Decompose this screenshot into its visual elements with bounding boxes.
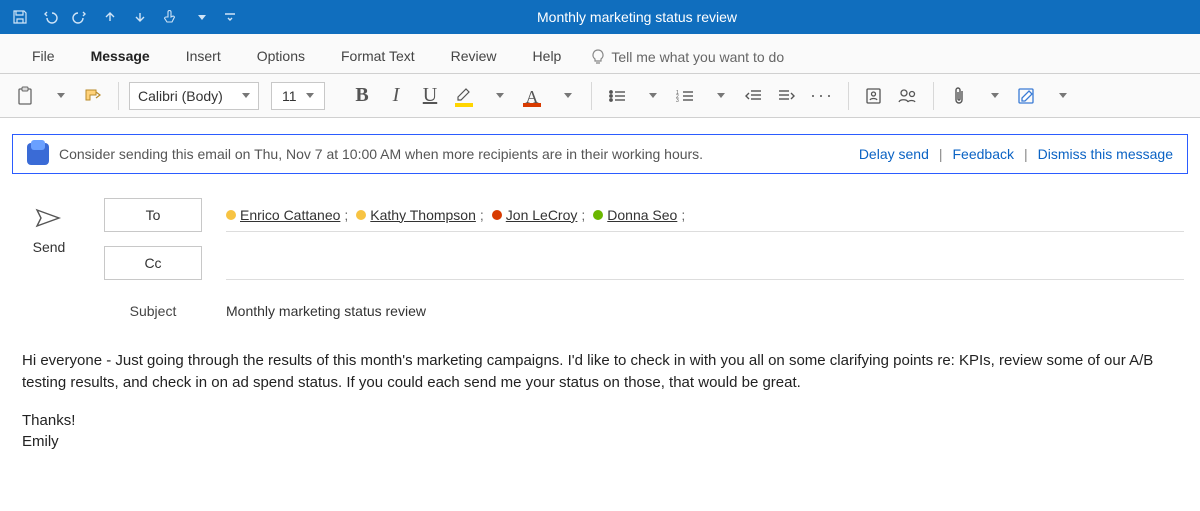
chevron-down-icon: [306, 93, 314, 98]
send-icon: [16, 208, 82, 231]
separator: |: [939, 146, 943, 162]
numbering-dropdown[interactable]: [704, 81, 734, 111]
bold-button[interactable]: B: [347, 81, 377, 111]
signature-dropdown[interactable]: [1046, 81, 1076, 111]
svg-text:3: 3: [676, 98, 679, 103]
recipient-name: Donna Seo: [607, 207, 677, 223]
compose-header: Send To Cc Subject Enrico Cattaneo; Kath…: [12, 198, 1188, 328]
recipient-chip[interactable]: Donna Seo;: [593, 207, 685, 223]
font-color-icon: A: [523, 87, 541, 105]
italic-button[interactable]: I: [381, 81, 411, 111]
highlight-button[interactable]: [449, 81, 479, 111]
feedback-link[interactable]: Feedback: [953, 146, 1014, 162]
touch-mode-icon[interactable]: [158, 5, 182, 29]
tab-help[interactable]: Help: [515, 40, 580, 74]
format-painter-button[interactable]: [78, 81, 108, 111]
attach-file-button[interactable]: [944, 81, 974, 111]
ribbon-overflow[interactable]: ···: [806, 81, 838, 111]
tab-file[interactable]: File: [14, 40, 73, 74]
undo-icon[interactable]: [38, 5, 62, 29]
to-button[interactable]: To: [104, 198, 202, 232]
bullets-dropdown[interactable]: [636, 81, 666, 111]
window-title: Monthly marketing status review: [242, 9, 1032, 25]
presence-away-icon: [226, 210, 236, 220]
paste-button[interactable]: [10, 81, 40, 111]
recipient-chip[interactable]: Kathy Thompson;: [356, 207, 483, 223]
font-size-select[interactable]: 11: [271, 82, 325, 110]
underline-button[interactable]: U: [415, 81, 445, 111]
message-body[interactable]: Hi everyone - Just going through the res…: [12, 328, 1188, 479]
recipient-chip[interactable]: Jon LeCroy;: [492, 207, 585, 223]
save-icon[interactable]: [8, 5, 32, 29]
font-name-select[interactable]: Calibri (Body): [129, 82, 259, 110]
tab-format-text[interactable]: Format Text: [323, 40, 433, 74]
font-color-dropdown[interactable]: [551, 81, 581, 111]
qat-more-icon[interactable]: [218, 5, 242, 29]
body-paragraph: Thanks!: [22, 410, 1178, 432]
recipient-name: Jon LeCroy: [506, 207, 578, 223]
title-bar: Monthly marketing status review: [0, 0, 1200, 34]
tab-message[interactable]: Message: [73, 40, 168, 74]
ribbon: Calibri (Body) 11 B I U A 123 ···: [0, 74, 1200, 118]
insights-icon: [27, 143, 49, 165]
recipient-name: Enrico Cattaneo: [240, 207, 340, 223]
cc-button[interactable]: Cc: [104, 246, 202, 280]
signature-button[interactable]: [1012, 81, 1042, 111]
tell-me-search[interactable]: Tell me what you want to do: [579, 41, 796, 73]
dismiss-link[interactable]: Dismiss this message: [1038, 146, 1173, 162]
font-name-value: Calibri (Body): [138, 88, 223, 104]
body-paragraph: Hi everyone - Just going through the res…: [22, 350, 1178, 394]
redo-icon[interactable]: [68, 5, 92, 29]
font-color-button[interactable]: A: [517, 81, 547, 111]
font-size-value: 11: [282, 88, 297, 104]
tab-insert[interactable]: Insert: [168, 40, 239, 74]
next-item-icon[interactable]: [128, 5, 152, 29]
recipient-name: Kathy Thompson: [370, 207, 476, 223]
cc-field[interactable]: [226, 246, 1184, 280]
highlight-icon: [455, 87, 473, 105]
presence-busy-icon: [492, 210, 502, 220]
outdent-button[interactable]: [738, 81, 768, 111]
send-button[interactable]: Send: [16, 198, 82, 261]
subject-label: Subject: [130, 294, 177, 328]
tab-review[interactable]: Review: [433, 40, 515, 74]
highlight-dropdown[interactable]: [483, 81, 513, 111]
bullets-button[interactable]: [602, 81, 632, 111]
recipient-chip[interactable]: Enrico Cattaneo;: [226, 207, 348, 223]
separator: |: [1024, 146, 1028, 162]
tab-options[interactable]: Options: [239, 40, 323, 74]
attach-dropdown[interactable]: [978, 81, 1008, 111]
subject-field[interactable]: Monthly marketing status review: [226, 294, 1184, 328]
delay-send-link[interactable]: Delay send: [859, 146, 929, 162]
to-field[interactable]: Enrico Cattaneo; Kathy Thompson; Jon LeC…: [226, 198, 1184, 232]
lightbulb-icon: [591, 49, 605, 65]
quick-access-toolbar: [8, 5, 242, 29]
send-label: Send: [16, 239, 82, 255]
tell-me-placeholder: Tell me what you want to do: [611, 49, 784, 65]
chevron-down-icon: [242, 93, 250, 98]
previous-item-icon[interactable]: [98, 5, 122, 29]
paste-dropdown[interactable]: [44, 81, 74, 111]
insights-message: Consider sending this email on Thu, Nov …: [59, 146, 859, 162]
check-names-button[interactable]: [893, 81, 923, 111]
insights-suggestion-bar: Consider sending this email on Thu, Nov …: [12, 134, 1188, 174]
address-book-button[interactable]: [859, 81, 889, 111]
indent-button[interactable]: [772, 81, 802, 111]
ribbon-tabs: File Message Insert Options Format Text …: [0, 34, 1200, 74]
presence-away-icon: [356, 210, 366, 220]
subject-value: Monthly marketing status review: [226, 303, 426, 319]
qat-dropdown-icon[interactable]: [188, 5, 212, 29]
body-signature: Emily: [22, 431, 1178, 453]
presence-available-icon: [593, 210, 603, 220]
numbering-button[interactable]: 123: [670, 81, 700, 111]
